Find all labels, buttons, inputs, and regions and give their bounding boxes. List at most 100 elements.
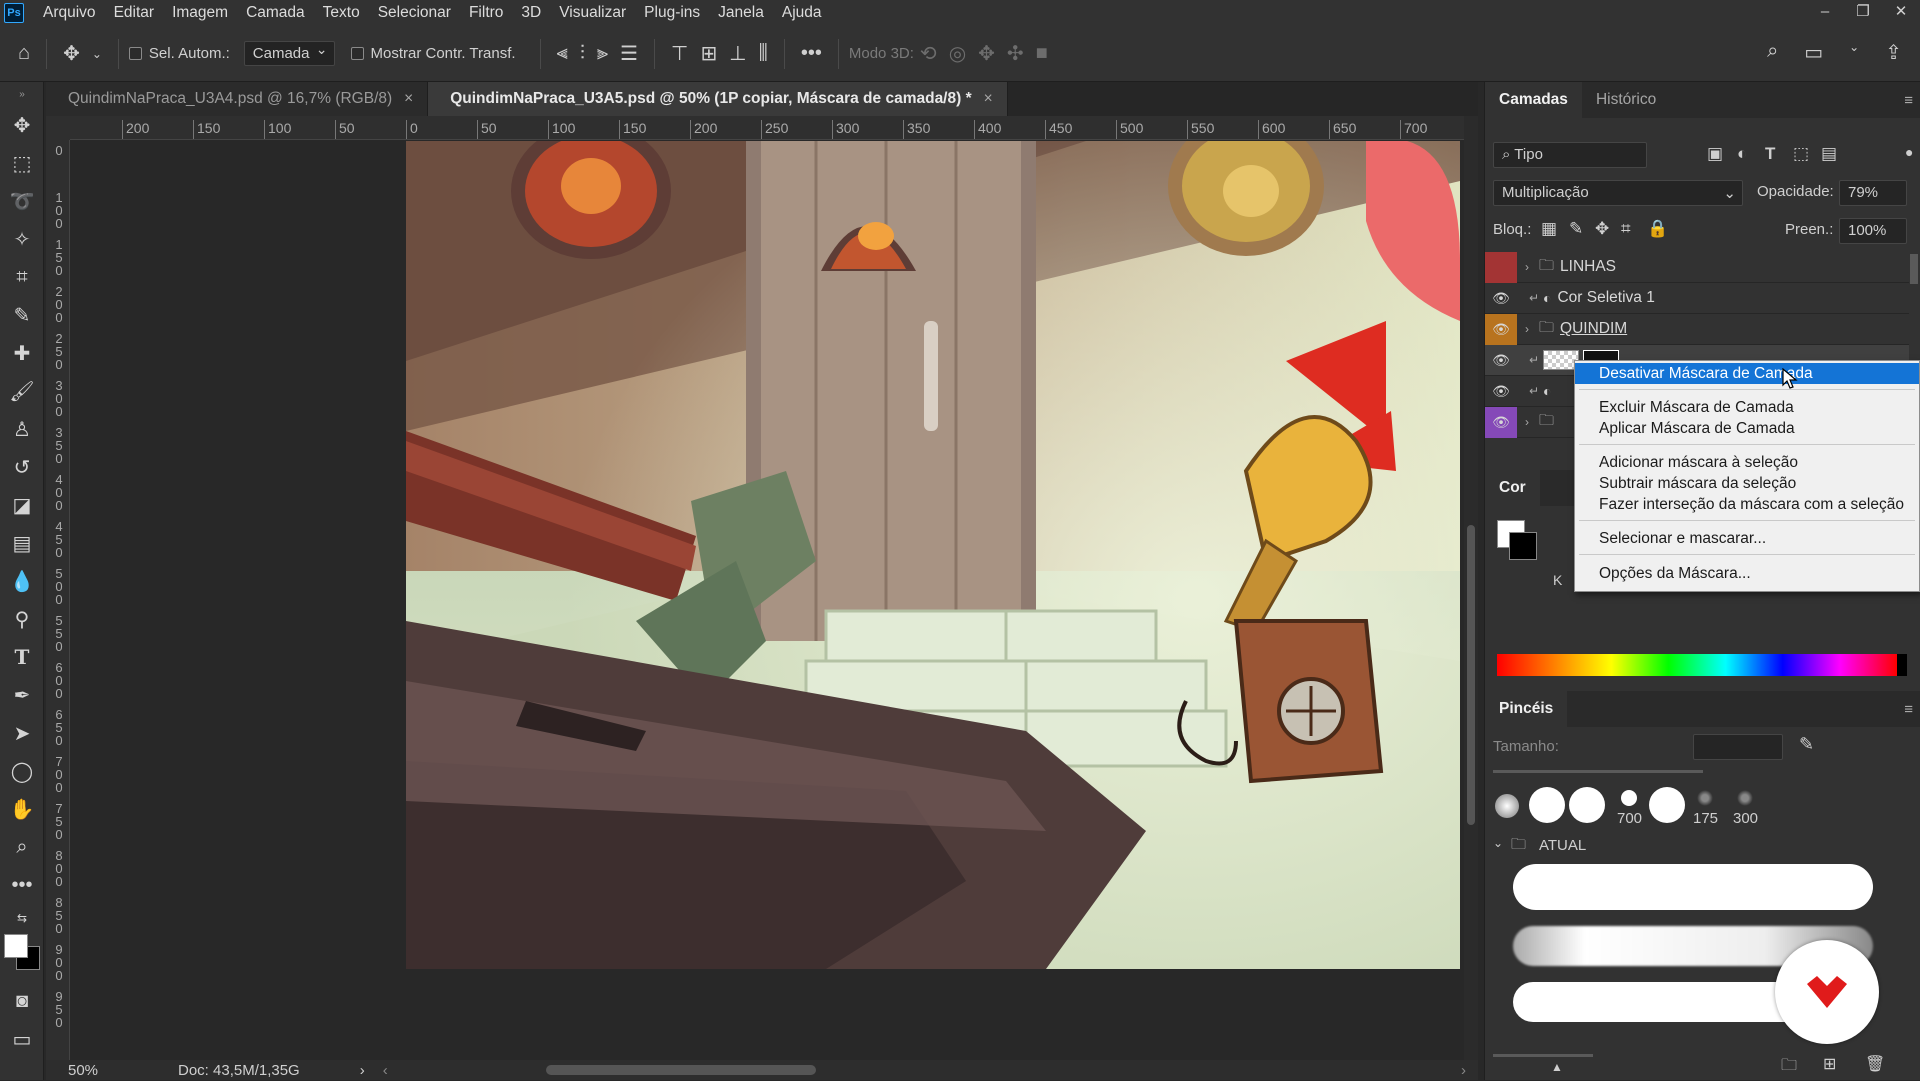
photoshop-logo[interactable]: Ps <box>4 3 24 23</box>
lock-artboard-icon[interactable]: ⌗ <box>1621 219 1631 239</box>
menu-editar[interactable]: Editar <box>105 0 164 26</box>
visibility-eye-icon[interactable]: 👁 <box>1485 345 1517 376</box>
menu-item-disable-mask[interactable]: Desativar Máscara de Camada <box>1575 363 1919 384</box>
collapse-toolbar-icon[interactable]: » <box>0 82 44 106</box>
menu-arquivo[interactable]: Arquivo <box>34 0 105 26</box>
quick-mask-icon[interactable]: ◙ <box>0 982 44 1020</box>
more-options-icon[interactable]: ••• <box>801 42 822 65</box>
hand-tool-icon[interactable]: ✋ <box>0 790 44 828</box>
visibility-off-icon[interactable] <box>1485 251 1517 283</box>
status-menu-arrow[interactable]: › <box>360 1062 365 1079</box>
swap-colors-icon[interactable]: ⇆ <box>0 904 44 932</box>
scroll-right-arrow[interactable]: › <box>1461 1062 1466 1079</box>
menu-3d[interactable]: 3D <box>512 0 550 26</box>
layer-row-quindim[interactable]: 👁 › 🗀 QUINDIM <box>1485 313 1909 345</box>
menu-ajuda[interactable]: Ajuda <box>773 0 831 26</box>
visibility-eye-icon[interactable]: 👁 <box>1485 313 1517 345</box>
auto-select-target-dropdown[interactable]: Camada <box>243 41 335 66</box>
align-center-icon[interactable]: ⫶ <box>580 42 585 65</box>
show-transform-checkbox[interactable] <box>350 47 364 60</box>
distribute-icon[interactable]: ☰ <box>620 41 638 66</box>
path-selection-tool-icon[interactable]: ➤ <box>0 714 44 752</box>
gradient-tool-icon[interactable]: ▤ <box>0 524 44 562</box>
marquee-tool-icon[interactable]: ⬚ <box>0 144 44 182</box>
auto-select-checkbox[interactable] <box>128 47 142 60</box>
zoom-level[interactable]: 50% <box>68 1062 158 1079</box>
filter-smart-object-icon[interactable]: ▤ <box>1821 144 1837 164</box>
menu-filtro[interactable]: Filtro <box>460 0 512 26</box>
brush-stroke-preview[interactable] <box>1513 864 1873 910</box>
tab-color[interactable]: Cor <box>1485 470 1540 506</box>
menu-item-add-mask-to-selection[interactable]: Adicionar máscara à seleção <box>1575 452 1919 473</box>
scroll-left-arrow[interactable]: ‹ <box>383 1062 388 1079</box>
lock-transparency-icon[interactable]: ▦ <box>1541 219 1557 239</box>
menu-texto[interactable]: Texto <box>314 0 369 26</box>
brush-preset-hard[interactable] <box>1569 787 1605 823</box>
brush-preset-soft[interactable] <box>1495 794 1519 818</box>
new-group-icon[interactable]: 🗀 <box>1781 1054 1797 1081</box>
move-tool-icon[interactable]: ✥ <box>63 41 80 66</box>
lock-position-icon[interactable]: ✥ <box>1595 219 1609 239</box>
chevron-right-icon[interactable]: › <box>1525 322 1539 336</box>
eyedropper-tool-icon[interactable]: ✎ <box>0 296 44 334</box>
healing-brush-tool-icon[interactable]: ✚ <box>0 334 44 372</box>
brush-preset-hard[interactable] <box>1649 787 1685 823</box>
brush-size-input[interactable] <box>1693 734 1783 760</box>
color-swatches[interactable] <box>0 932 43 982</box>
filter-adjustment-icon[interactable]: ◐ <box>1737 144 1747 164</box>
visibility-eye-icon[interactable]: 👁 <box>1485 376 1517 407</box>
align-left-icon[interactable]: ⫷ <box>557 42 568 65</box>
layer-row-cor-seletiva[interactable]: 👁 ↵ ◐ Cor Seletiva 1 <box>1485 283 1909 314</box>
preview-size-slider[interactable] <box>1493 1054 1593 1057</box>
brush-tool-icon[interactable]: 🖌 <box>0 372 44 410</box>
chevron-right-icon[interactable]: › <box>1525 415 1539 429</box>
eraser-tool-icon[interactable]: ◪ <box>0 486 44 524</box>
menu-imagem[interactable]: Imagem <box>163 0 237 26</box>
filter-pixel-icon[interactable]: ▣ <box>1707 144 1723 164</box>
brush-preset-hard[interactable] <box>1529 787 1565 823</box>
background-color-swatch[interactable] <box>1509 532 1537 560</box>
foreground-color-swatch[interactable] <box>4 934 28 958</box>
filter-shape-icon[interactable]: ⬚ <box>1793 144 1809 164</box>
chevron-right-icon[interactable]: › <box>1525 260 1539 274</box>
minimize-button[interactable]: – <box>1806 0 1844 26</box>
tab-history[interactable]: Histórico <box>1582 82 1670 118</box>
more-tools-icon[interactable]: ••• <box>0 866 44 904</box>
align-middle-icon[interactable]: ⊞ <box>700 41 717 66</box>
magic-wand-tool-icon[interactable]: ✧ <box>0 220 44 258</box>
blend-mode-dropdown[interactable]: Multiplicação ⌄ <box>1493 180 1743 206</box>
lasso-tool-icon[interactable]: ➰ <box>0 182 44 220</box>
visibility-eye-icon[interactable]: 👁 <box>1485 283 1517 314</box>
filter-type-icon[interactable]: T <box>1765 144 1775 164</box>
panel-menu-icon[interactable]: ≡ <box>1904 701 1913 718</box>
brush-preset-texture[interactable] <box>1737 790 1753 806</box>
search-icon[interactable]: ⌕ <box>1767 40 1778 65</box>
crop-tool-icon[interactable]: ⌗ <box>0 258 44 296</box>
menu-item-subtract-mask-from-selection[interactable]: Subtrair máscara da seleção <box>1575 473 1919 494</box>
color-spectrum[interactable] <box>1497 654 1907 676</box>
close-tab-icon[interactable]: × <box>984 90 993 107</box>
distribute-vertical-icon[interactable]: ⫼ <box>759 42 768 65</box>
tab-document-2[interactable]: QuindimNaPraca_U3A5.psd @ 50% (1P copiar… <box>428 82 1008 116</box>
layer-row-linhas[interactable]: › 🗀 LINHAS <box>1485 251 1909 283</box>
slider-handle-icon[interactable]: ▲ <box>1551 1060 1563 1074</box>
blur-tool-icon[interactable]: 💧 <box>0 562 44 600</box>
screen-mode-icon[interactable]: ▭ <box>0 1020 44 1058</box>
menu-item-intersect-mask-with-selection[interactable]: Fazer interseção da máscara com a seleçã… <box>1575 494 1919 515</box>
menu-visualizar[interactable]: Visualizar <box>550 0 635 26</box>
vertical-scrollbar[interactable] <box>1464 116 1478 1060</box>
menu-item-apply-mask[interactable]: Aplicar Máscara de Camada <box>1575 418 1919 439</box>
filter-toggle-icon[interactable]: ● <box>1905 144 1913 160</box>
menu-camada[interactable]: Camada <box>237 0 314 26</box>
vertical-ruler[interactable]: 0 1 0 0 1 5 0 2 0 0 2 5 0 3 0 0 3 5 0 4 0 0 4 5 … <box>46 140 70 1060</box>
pen-tool-icon[interactable]: ✒ <box>0 676 44 714</box>
menu-plugins[interactable]: Plug-ins <box>635 0 709 26</box>
chevron-down-icon[interactable]: ⌄ <box>1849 40 1859 65</box>
panel-menu-icon[interactable]: ≡ <box>1904 92 1913 109</box>
layers-scroll-thumb[interactable] <box>1910 254 1918 284</box>
brush-preset-texture[interactable] <box>1697 790 1713 806</box>
brush-settings-icon[interactable]: ✎ <box>1799 734 1814 755</box>
home-icon[interactable]: ⌂ <box>18 42 30 65</box>
menu-item-select-and-mask[interactable]: Selecionar e mascarar... <box>1575 528 1919 549</box>
restore-button[interactable]: ❐ <box>1844 0 1882 26</box>
